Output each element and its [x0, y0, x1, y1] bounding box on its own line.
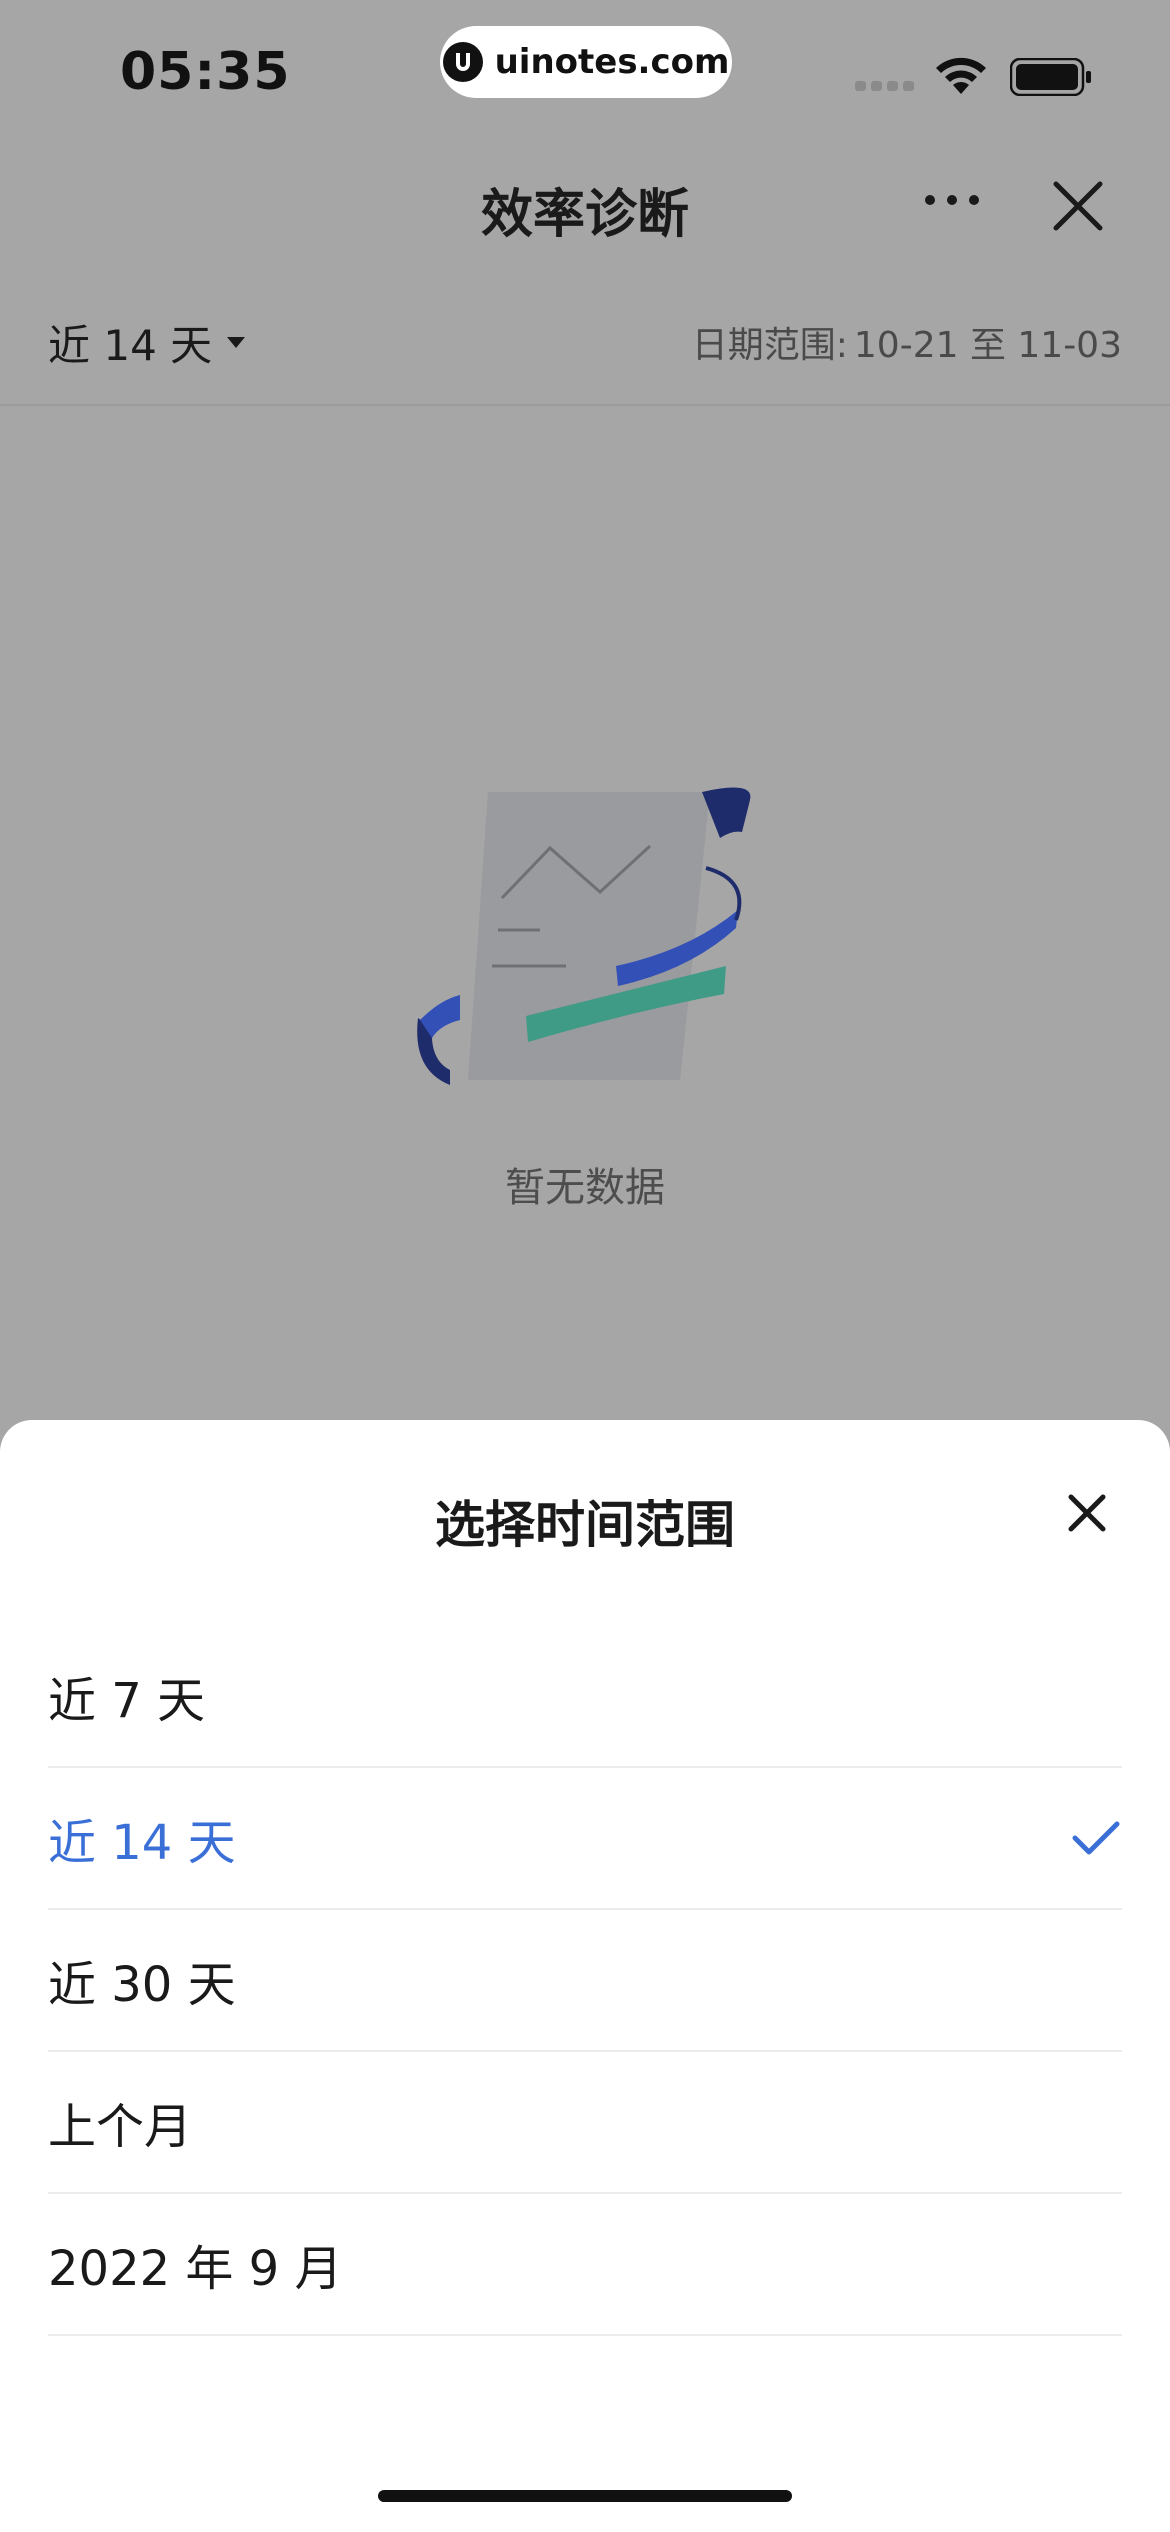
- home-indicator: [378, 2490, 792, 2502]
- wifi-icon: [933, 54, 989, 100]
- divider: [0, 404, 1170, 406]
- close-sheet-icon[interactable]: [1068, 1494, 1106, 1536]
- option-7-days[interactable]: 近 7 天: [48, 1626, 1122, 1768]
- option-label: 2022 年 9 月: [48, 2241, 343, 2297]
- date-range-label: 日期范围:: [691, 325, 848, 366]
- option-label: 近 7 天: [48, 1673, 206, 1729]
- empty-state-text: 暂无数据: [505, 1165, 665, 1211]
- status-time: 05:35: [120, 42, 291, 102]
- caret-down-icon: [227, 336, 246, 348]
- date-range-value: 10-21 至 11-03: [853, 325, 1122, 366]
- date-range: 日期范围: 10-21 至 11-03: [692, 316, 1122, 368]
- watermark-logo-icon: [442, 42, 483, 82]
- option-label: 近 30 天: [48, 1957, 236, 2013]
- option-sep-2022[interactable]: 2022 年 9 月: [48, 2194, 1122, 2336]
- cellular-signal-icon: [855, 78, 917, 97]
- option-label: 近 14 天: [48, 1815, 236, 1871]
- option-last-month[interactable]: 上个月: [48, 2052, 1122, 2194]
- period-dropdown[interactable]: 近 14 天: [48, 312, 246, 373]
- watermark-pill: uinotes.com: [440, 26, 732, 98]
- battery-icon: [1009, 57, 1092, 100]
- more-options-icon[interactable]: [924, 192, 980, 212]
- period-dropdown-label: 近 14 天: [48, 321, 213, 370]
- sheet-title: 选择时间范围: [435, 1496, 735, 1554]
- option-14-days[interactable]: 近 14 天: [48, 1768, 1122, 1910]
- empty-state-illustration: [410, 780, 760, 1104]
- close-page-icon[interactable]: [1052, 180, 1104, 236]
- checkmark-icon: [1072, 1821, 1120, 1855]
- option-30-days[interactable]: 近 30 天: [48, 1910, 1122, 2052]
- option-label: 上个月: [48, 2099, 193, 2155]
- watermark-text: uinotes.com: [494, 42, 730, 82]
- page-title: 效率诊断: [480, 185, 689, 245]
